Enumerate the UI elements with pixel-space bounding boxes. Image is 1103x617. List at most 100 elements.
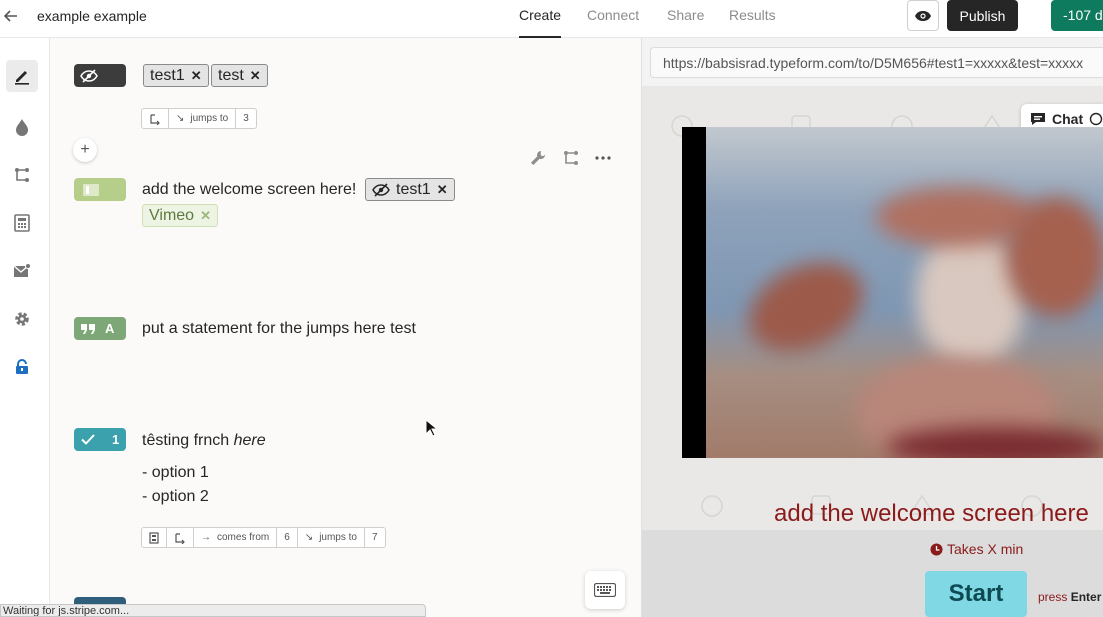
takes-label: Takes X min	[947, 541, 1024, 557]
sidebar-item-design[interactable]	[6, 111, 38, 143]
quote-icon	[81, 323, 95, 334]
eye-slash-icon	[80, 68, 98, 83]
remove-tag-icon[interactable]: ✕	[200, 208, 211, 224]
add-block-button[interactable]: +	[73, 138, 97, 162]
plus-icon: +	[80, 141, 90, 158]
calculator-icon	[14, 214, 30, 232]
question-text-emphasis: here	[233, 432, 266, 449]
sidebar-item-settings[interactable]	[6, 303, 38, 335]
question-title[interactable]: têsting frnch here	[142, 432, 266, 450]
comes-from-segment[interactable]: → comes from	[194, 528, 278, 547]
logic-branch-segment[interactable]	[142, 109, 169, 128]
publish-button[interactable]: Publish	[947, 0, 1018, 31]
wrench-icon[interactable]	[528, 148, 548, 168]
arrow-right-icon: →	[201, 532, 211, 543]
time-to-complete: Takes X min	[930, 541, 1023, 557]
tab-connect[interactable]: Connect	[587, 7, 639, 23]
sidebar-item-notifications[interactable]	[6, 255, 38, 287]
vimeo-media-tag[interactable]: Vimeo ✕	[142, 204, 218, 227]
jumps-to-label: jumps to	[319, 532, 357, 543]
tag-label: test	[218, 66, 244, 84]
keyboard-shortcuts-button[interactable]	[585, 571, 625, 609]
remove-tag-icon[interactable]: ✕	[250, 68, 261, 84]
choice-option[interactable]: - option 2	[142, 488, 209, 506]
trial-days-button[interactable]: -107 d	[1051, 0, 1103, 31]
tab-share[interactable]: Share	[667, 7, 704, 23]
start-button[interactable]: Start	[925, 571, 1027, 617]
remove-tag-icon[interactable]: ✕	[437, 182, 448, 198]
tag-label: test1	[150, 66, 185, 84]
preview-button[interactable]	[907, 0, 939, 31]
chat-label: Chat	[1052, 111, 1084, 127]
tab-create[interactable]: Create	[519, 7, 562, 38]
question-number: 1	[112, 432, 120, 447]
jumps-to-segment[interactable]: ↘ jumps to	[298, 528, 365, 547]
tag-label: test1	[396, 180, 431, 198]
choice-option[interactable]: - option 1	[142, 464, 209, 482]
sidebar-item-logic[interactable]	[6, 159, 38, 191]
comes-from-label: comes from	[217, 532, 270, 543]
top-bar: example example Create Connect Share Res…	[0, 0, 1103, 38]
gear-icon	[13, 310, 31, 328]
sidebar-item-create[interactable]	[6, 60, 38, 92]
logic-branch-icon[interactable]	[561, 148, 581, 168]
statement-text[interactable]: put a statement for the jumps here test	[142, 320, 416, 338]
welcome-video[interactable]	[682, 127, 1103, 458]
clock-icon	[930, 543, 943, 556]
eye-icon	[914, 10, 932, 22]
logic-branch-icon	[13, 166, 31, 184]
hidden-fields-badge[interactable]	[74, 64, 126, 87]
jumps-to-segment[interactable]: ↘ jumps to	[169, 109, 237, 128]
video-frame-image	[706, 127, 1103, 458]
keyboard-icon	[594, 583, 616, 597]
toggle-circle-icon	[1089, 112, 1103, 126]
logic-branch-segment[interactable]	[167, 528, 194, 547]
editor-panel: test1 ✕ test ✕ ↘ jumps to 3 + add the welco…	[50, 38, 641, 617]
chat-bubble-icon	[1030, 112, 1046, 126]
preview-url-field[interactable]: https://babsisrad.typeform.com/to/D5M656…	[650, 47, 1103, 78]
hidden-field-tag[interactable]: test ✕	[211, 64, 268, 87]
recall-tag[interactable]: test1 ✕	[365, 178, 455, 201]
calculator-icon	[149, 531, 159, 544]
hidden-field-tag[interactable]: test1 ✕	[143, 64, 209, 87]
press-enter-hint: press Enter	[1038, 590, 1101, 604]
eye-slash-icon	[372, 182, 390, 197]
pencil-icon	[13, 67, 31, 85]
welcome-footer	[642, 530, 1103, 617]
enter-label: Enter	[1070, 590, 1102, 604]
welcome-screen-icon	[82, 183, 100, 197]
tag-label: Vimeo	[149, 206, 195, 224]
welcome-screen-title[interactable]: add the welcome screen here!	[142, 181, 356, 199]
form-title[interactable]: example example	[37, 8, 147, 24]
back-arrow-icon[interactable]	[2, 7, 20, 25]
browser-status-bar: Waiting for js.stripe.com...	[0, 604, 426, 617]
jumps-to-count: 7	[371, 532, 378, 543]
statement-badge[interactable]: A	[74, 317, 126, 340]
mail-icon	[13, 263, 31, 279]
welcome-screen-badge[interactable]	[74, 178, 126, 201]
tab-results[interactable]: Results	[729, 7, 776, 23]
calculator-segment[interactable]	[142, 528, 167, 547]
hidden-fields-logic[interactable]: ↘ jumps to 3	[141, 108, 257, 129]
remove-tag-icon[interactable]: ✕	[191, 68, 202, 84]
lock-icon	[15, 359, 29, 375]
logic-branch-icon	[174, 532, 186, 544]
more-options-icon[interactable]	[593, 148, 613, 168]
mouse-cursor-icon	[425, 419, 437, 437]
question-logic[interactable]: → comes from 6 ↘ jumps to 7	[141, 527, 386, 548]
arrow-down-right-icon: ↘	[304, 532, 314, 543]
jumps-to-label: jumps to	[190, 113, 229, 124]
sidebar-item-access[interactable]	[6, 351, 38, 383]
logic-branch-icon	[149, 113, 161, 125]
question-text: têsting frnch	[142, 432, 230, 449]
comes-from-count: 6	[277, 528, 298, 547]
press-label: press	[1038, 590, 1068, 604]
arrow-down-right-icon: ↘	[176, 113, 185, 124]
preview-welcome-title: add the welcome screen here	[774, 500, 1089, 527]
checkmark-icon	[81, 434, 95, 445]
multiple-choice-badge[interactable]: 1	[74, 428, 126, 451]
jumps-count: 3	[243, 113, 249, 124]
left-sidebar: ?	[0, 38, 50, 617]
drop-icon	[14, 118, 30, 136]
sidebar-item-calculator[interactable]	[6, 207, 38, 239]
